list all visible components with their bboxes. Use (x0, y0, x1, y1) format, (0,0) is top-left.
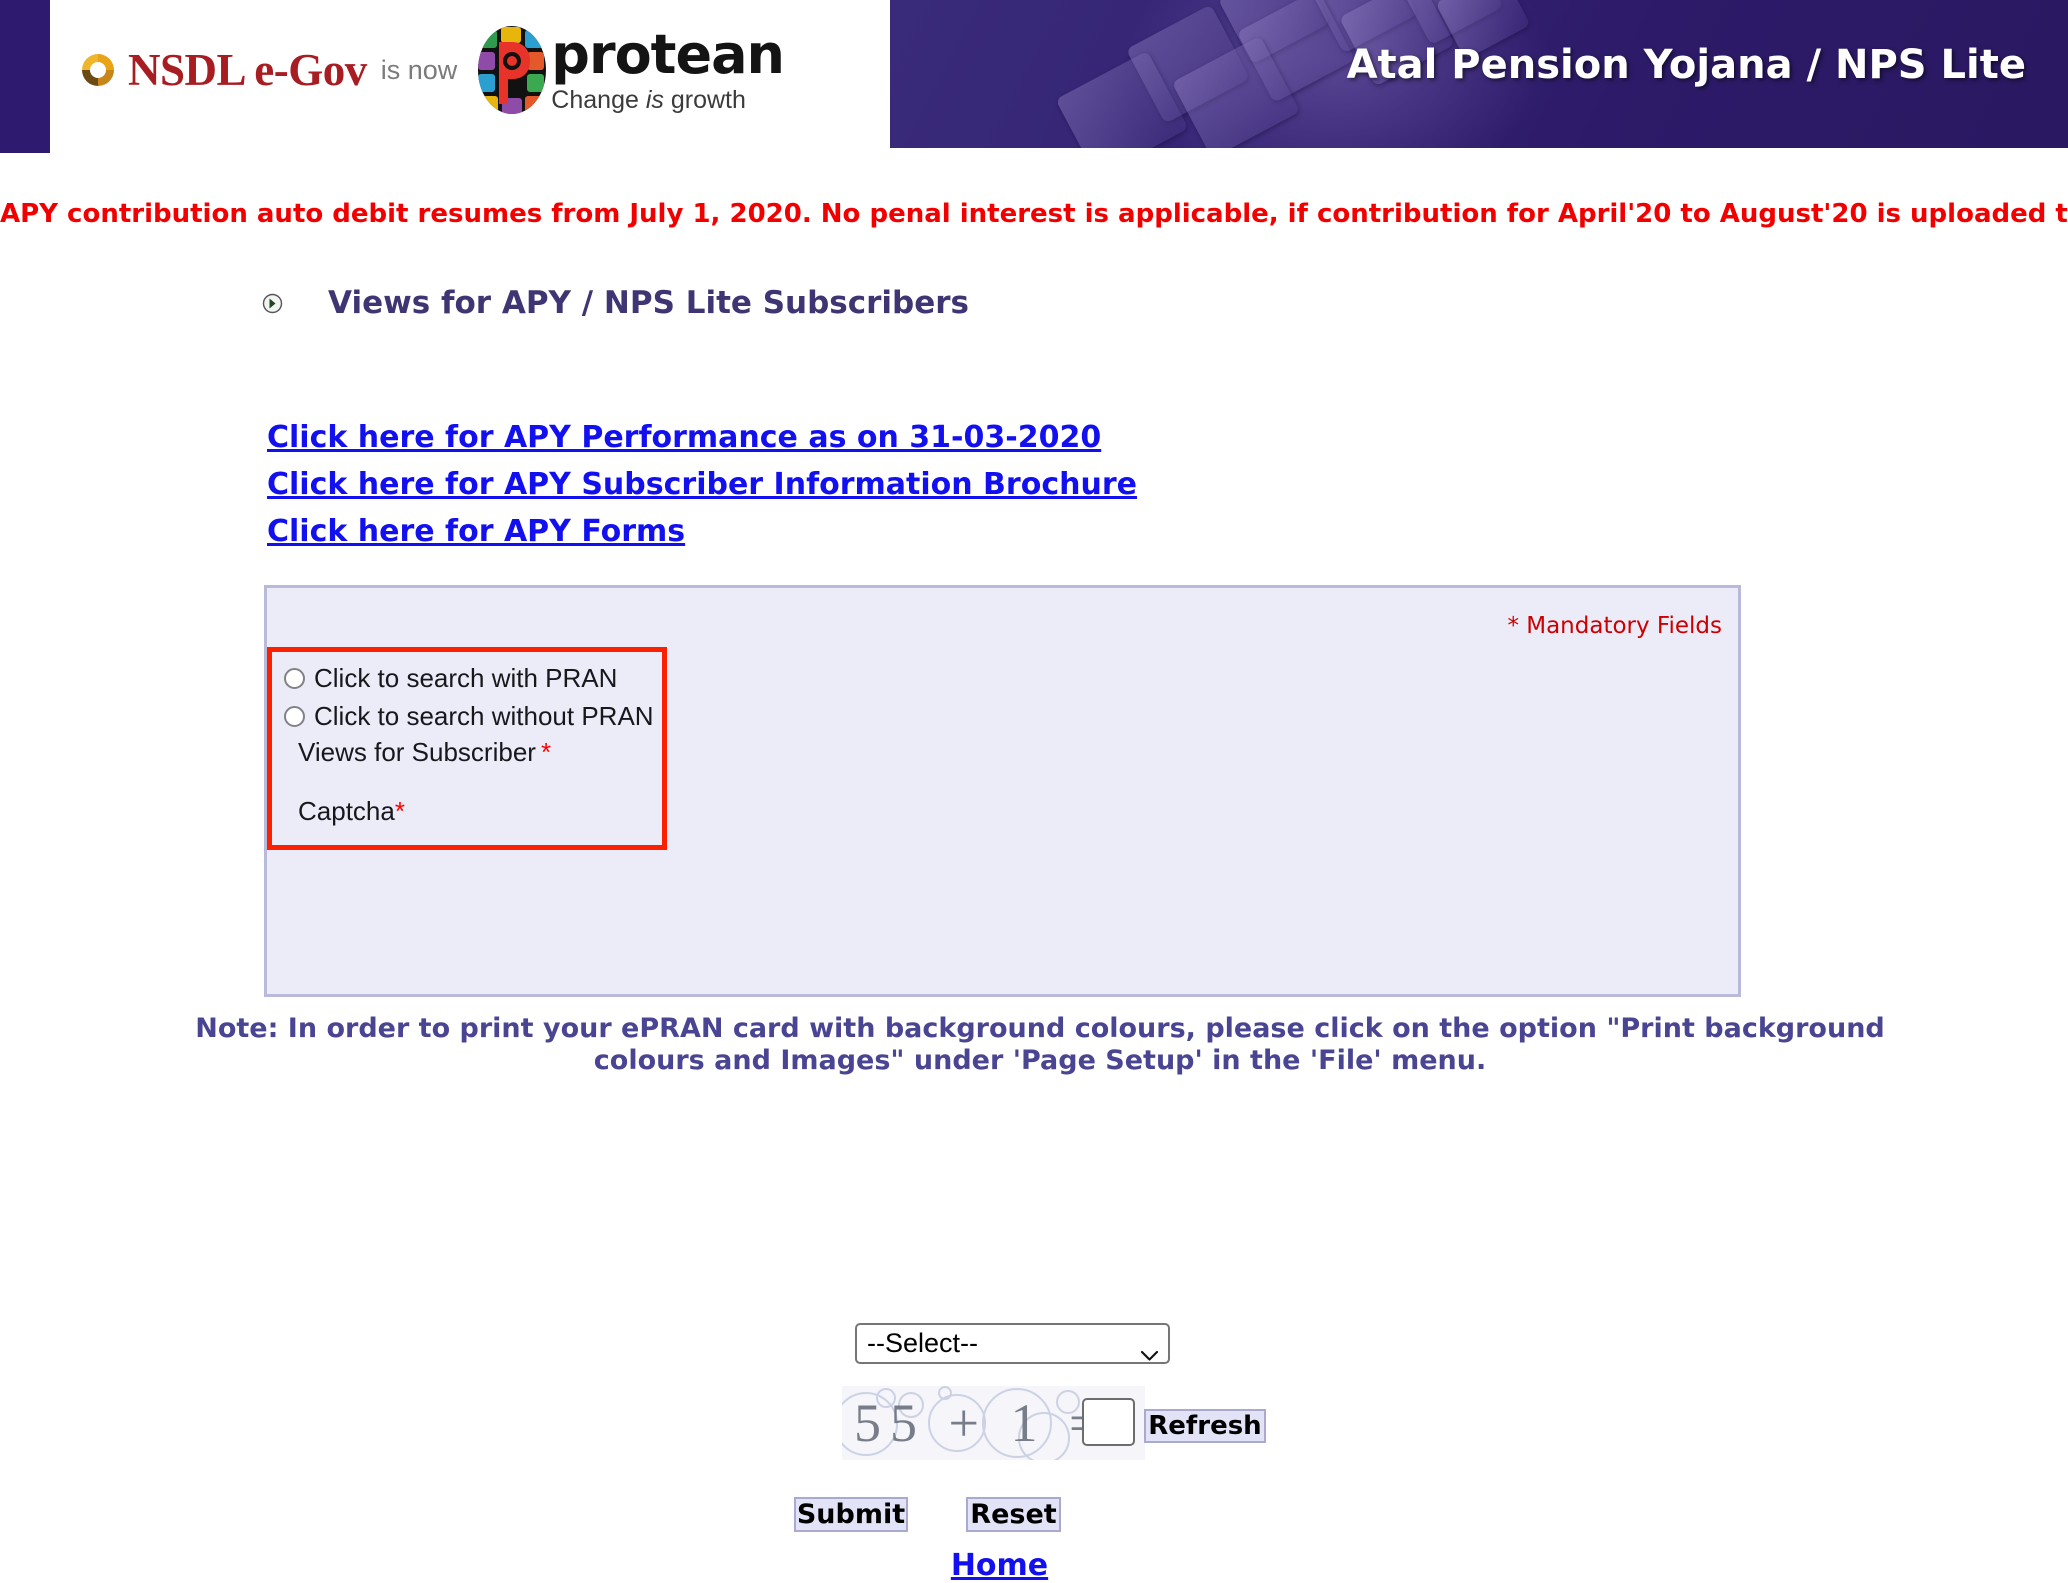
captcha-challenge-text: 55 + 1 = (854, 1393, 1109, 1453)
home-link[interactable]: Home (951, 1548, 1048, 1583)
header-left-color-band (0, 0, 50, 153)
print-note-line-1: Note: In order to print your ePRAN card … (195, 1013, 1885, 1044)
subscriber-search-form-panel: * Mandatory Fields Click to search with … (264, 585, 1741, 997)
required-asterisk: * (540, 737, 552, 767)
search-options-highlight-box: Click to search with PRAN Click to searc… (267, 647, 667, 850)
is-now-text: is now (380, 54, 458, 85)
print-note-line-2: colours and Images" under 'Page Setup' i… (593, 1045, 1487, 1076)
document-links-list: Click here for APY Performance as on 31-… (267, 414, 1137, 555)
captcha-label: Captcha* (298, 796, 405, 826)
banner-title: Atal Pension Yojana / NPS Lite (1346, 42, 2026, 88)
header-keyboard-photo: Atal Pension Yojana / NPS Lite (890, 0, 2068, 148)
radio-option-without-pran[interactable]: Click to search without PRAN (284, 701, 654, 732)
link-apy-subscriber-brochure[interactable]: Click here for APY Subscriber Informatio… (267, 461, 1137, 508)
protean-wordmark: protean (551, 22, 785, 86)
reset-button[interactable]: Reset (966, 1497, 1061, 1532)
protean-logo-icon (475, 24, 549, 116)
protean-wordmark-block: protean Change is growth (551, 22, 785, 114)
views-for-subscriber-select-value: --Select-- (867, 1328, 979, 1358)
chevron-down-icon (1140, 1338, 1159, 1361)
print-note: Note: In order to print your ePRAN card … (160, 1013, 1920, 1077)
radio-with-pran-input[interactable] (284, 668, 305, 689)
link-apy-forms[interactable]: Click here for APY Forms (267, 508, 1137, 555)
notice-alert-text: APY contribution auto debit resumes from… (0, 199, 2068, 229)
submit-button[interactable]: Submit (794, 1497, 908, 1532)
page-title: Views for APY / NPS Lite Subscribers (328, 285, 969, 321)
section-heading: Views for APY / NPS Lite Subscribers (262, 285, 969, 321)
circled-right-arrow-icon (262, 293, 283, 314)
home-link-wrapper: Home (264, 1548, 1735, 1583)
radio-option-with-pran[interactable]: Click to search with PRAN (284, 663, 617, 694)
radio-with-pran-label: Click to search with PRAN (314, 663, 618, 693)
page-header-banner: NSDL e-Gov is now protean Change is grow… (0, 0, 2068, 153)
link-apy-performance[interactable]: Click here for APY Performance as on 31-… (267, 414, 1137, 461)
required-asterisk: * (394, 796, 405, 826)
refresh-captcha-button[interactable]: Refresh (1144, 1409, 1266, 1443)
nsdl-wordmark: NSDL e-Gov (128, 45, 367, 95)
brand-logo-area: NSDL e-Gov is now protean Change is grow… (50, 0, 894, 153)
radio-without-pran-input[interactable] (284, 706, 305, 727)
nsdl-swirl-icon (76, 48, 120, 92)
views-for-subscriber-select[interactable]: --Select-- (855, 1323, 1170, 1364)
views-for-subscriber-label: Views for Subscriber * (298, 737, 552, 767)
radio-without-pran-label: Click to search without PRAN (314, 701, 654, 731)
protean-tagline: Change is growth (551, 85, 746, 114)
header-bottom-strip (890, 148, 2068, 153)
mandatory-fields-note: * Mandatory Fields (1507, 613, 1722, 639)
captcha-answer-input[interactable] (1082, 1398, 1135, 1446)
